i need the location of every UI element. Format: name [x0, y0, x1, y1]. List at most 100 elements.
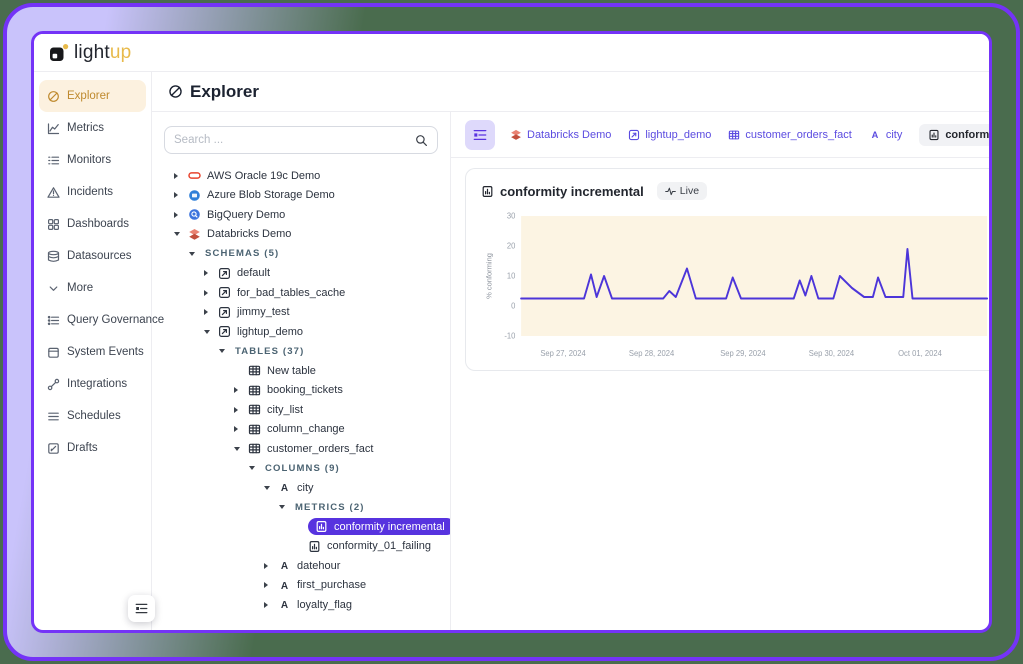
tree-node-column-change[interactable]: column_change [164, 420, 438, 440]
tree-node-booking-tickets[interactable]: booking_tickets [164, 381, 438, 401]
tree-node-label: default [237, 267, 270, 279]
caret-right-icon[interactable] [174, 212, 188, 218]
tree-node-azure-blob-storage-demo[interactable]: Azure Blob Storage Demo [164, 186, 438, 206]
system-events-icon [47, 346, 60, 359]
sidebar-more-toggle[interactable]: More [39, 272, 146, 304]
sidebar-item-label: Drafts [67, 442, 98, 454]
caret-right-icon[interactable] [264, 582, 278, 588]
caret-right-icon[interactable] [204, 270, 218, 276]
tree-node-jimmy-test[interactable]: jimmy_test [164, 303, 438, 323]
tree-collapse-button[interactable] [128, 595, 155, 622]
caret-down-icon[interactable] [249, 466, 263, 470]
tree-node-aws-oracle-19c-demo[interactable]: AWS Oracle 19c Demo [164, 166, 438, 186]
sidebar-item-dashboards[interactable]: Dashboards [39, 208, 146, 240]
svg-text:Sep 28, 2024: Sep 28, 2024 [629, 349, 675, 358]
caret-right-icon[interactable] [174, 192, 188, 198]
caret-down-icon[interactable] [219, 349, 233, 353]
tree-node-label: New table [267, 365, 316, 377]
tree-node-conformity-01-failing[interactable]: conformity_01_failing [164, 537, 438, 557]
tree-node-label: city_list [267, 404, 303, 416]
decorative-frame: lightup ExplorerMetricsMonitorsIncidents… [3, 3, 1020, 661]
monitors-icon [47, 154, 60, 167]
caret-down-icon[interactable] [279, 505, 293, 509]
caret-down-icon[interactable] [174, 232, 188, 236]
tree-node-customer-orders-fact[interactable]: customer_orders_fact [164, 439, 438, 459]
caret-right-icon[interactable] [264, 602, 278, 608]
caret-right-icon[interactable] [204, 309, 218, 315]
datasources-icon [47, 250, 60, 263]
tree-group-label: TABLES (37) [235, 346, 304, 357]
breadcrumb-item-city[interactable]: Acity [869, 129, 903, 141]
svg-text:% conforming: % conforming [485, 253, 494, 299]
caret-right-icon[interactable] [234, 426, 248, 432]
sidebar-item-metrics[interactable]: Metrics [39, 112, 146, 144]
caret-right-icon[interactable] [204, 290, 218, 296]
explorer-icon [168, 84, 183, 99]
live-badge-label: Live [680, 185, 699, 197]
caret-down-icon[interactable] [204, 330, 218, 334]
sidebar-item-integrations[interactable]: Integrations [39, 368, 146, 400]
tree-node-datehour[interactable]: Adatehour [164, 556, 438, 576]
search-input[interactable] [174, 134, 409, 146]
schema-icon [218, 267, 231, 280]
tree-node-for-bad-tables-cache[interactable]: for_bad_tables_cache [164, 283, 438, 303]
sidebar-item-label: Schedules [67, 410, 121, 422]
tree-node-label: datehour [297, 560, 340, 572]
tree-node-conformity-incremental[interactable]: conformity incremental [164, 517, 438, 537]
sidebar-item-label: Integrations [67, 378, 127, 390]
tree-group-tables-37[interactable]: TABLES (37) [164, 342, 438, 362]
sidebar-item-monitors[interactable]: Monitors [39, 144, 146, 176]
svg-text:-10: -10 [504, 331, 516, 340]
tree-node-lightup-demo[interactable]: lightup_demo [164, 322, 438, 342]
schema-icon [218, 286, 231, 299]
svg-text:A: A [281, 600, 288, 611]
tree-group-schemas-5[interactable]: SCHEMAS (5) [164, 244, 438, 264]
caret-right-icon[interactable] [234, 407, 248, 413]
breadcrumb-item-lightup-demo[interactable]: lightup_demo [628, 129, 711, 141]
sidebar-item-explorer[interactable]: Explorer [39, 80, 146, 112]
tree-node-city[interactable]: Acity [164, 478, 438, 498]
breadcrumb-item-customer-orders-fact[interactable]: customer_orders_fact [728, 129, 851, 141]
sidebar-item-drafts[interactable]: Drafts [39, 432, 146, 464]
search-icon-slot[interactable] [415, 134, 428, 147]
tree-node-loyalty-flag[interactable]: Aloyalty_flag [164, 595, 438, 615]
svg-text:Sep 30, 2024: Sep 30, 2024 [809, 349, 855, 358]
metric-icon [481, 185, 494, 198]
lightup-logo[interactable]: lightup [49, 42, 131, 64]
breadcrumb-item-databricks-demo[interactable]: Databricks Demo [510, 129, 611, 141]
tree-node-first-purchase[interactable]: Afirst_purchase [164, 576, 438, 596]
sidebar-item-schedules[interactable]: Schedules [39, 400, 146, 432]
table-icon [248, 364, 261, 377]
caret-down-icon[interactable] [264, 486, 278, 490]
caret-right-icon[interactable] [264, 563, 278, 569]
tree-group-columns-9[interactable]: COLUMNS (9) [164, 459, 438, 479]
schema-icon [218, 306, 231, 319]
page-title-icon [168, 84, 183, 99]
breadcrumb-label: lightup_demo [645, 129, 711, 141]
sidebar-item-incidents[interactable]: Incidents [39, 176, 146, 208]
sidebar-item-datasources[interactable]: Datasources [39, 240, 146, 272]
live-badge: Live [657, 182, 707, 200]
tree-node-new-table[interactable]: New table [164, 361, 438, 381]
caret-right-icon[interactable] [234, 387, 248, 393]
svg-text:30: 30 [507, 211, 516, 220]
tree-group-metrics-2[interactable]: METRICS (2) [164, 498, 438, 518]
tree-node-city-list[interactable]: city_list [164, 400, 438, 420]
tree-node-bigquery-demo[interactable]: BigQuery Demo [164, 205, 438, 225]
tree-toggle-button[interactable] [465, 120, 495, 150]
svg-text:A: A [281, 483, 288, 494]
caret-down-icon[interactable] [189, 252, 203, 256]
tree-node-default[interactable]: default [164, 264, 438, 284]
column-icon: A [278, 598, 291, 611]
datasource-tree: AWS Oracle 19c DemoAzure Blob Storage De… [164, 166, 438, 615]
logo-bar: lightup [34, 34, 989, 72]
caret-right-icon[interactable] [174, 173, 188, 179]
tree-node-databricks-demo[interactable]: Databricks Demo [164, 225, 438, 245]
breadcrumb-label: customer_orders_fact [745, 129, 851, 141]
breadcrumb-item-conformity-incremental[interactable]: conformity incremental [919, 124, 989, 146]
tree-group-label: METRICS (2) [295, 502, 365, 513]
caret-down-icon[interactable] [234, 447, 248, 451]
sidebar-item-query-governance[interactable]: Query Governance [39, 304, 146, 336]
schema-icon [628, 129, 640, 141]
sidebar-item-system-events[interactable]: System Events [39, 336, 146, 368]
